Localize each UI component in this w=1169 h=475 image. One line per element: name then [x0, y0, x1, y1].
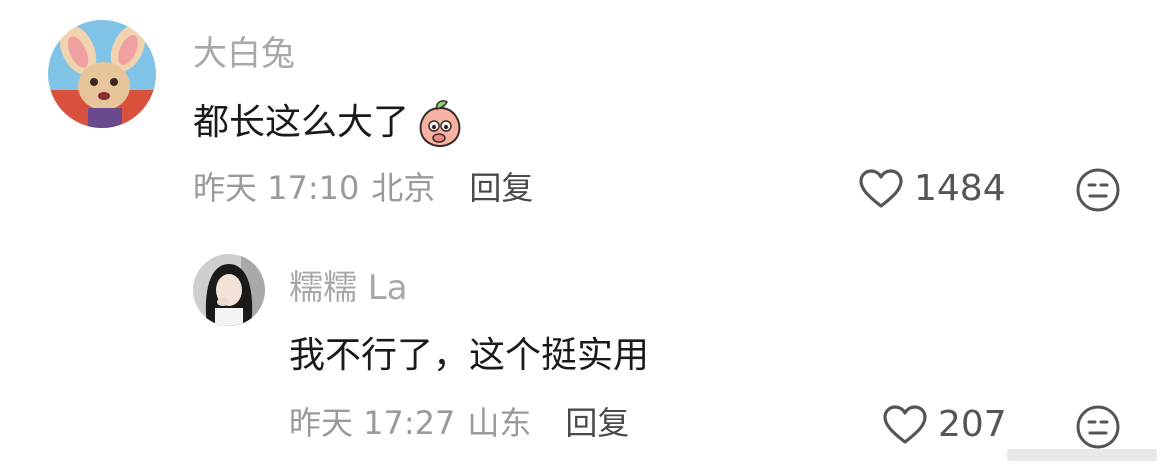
comment-meta: 昨天 17:10 北京 回复 — [193, 172, 533, 204]
heart-icon — [883, 405, 927, 444]
watermark-icon — [1007, 449, 1157, 461]
comment-time: 昨天 17:10 — [193, 169, 360, 207]
comment-text: 我不行了，这个挺实用 — [289, 338, 649, 374]
comment-location: 北京 — [371, 169, 436, 207]
comment-time: 昨天 17:27 — [289, 404, 456, 442]
reply-button[interactable]: 回复 — [469, 172, 533, 204]
heart-icon — [859, 169, 903, 208]
username[interactable]: 大白兔 — [193, 37, 295, 71]
username[interactable]: 糯糯 La — [289, 271, 408, 305]
comment-text-content: 我不行了，这个挺实用 — [289, 335, 650, 376]
reply-button[interactable]: 回复 — [565, 407, 629, 439]
avatar-image — [48, 20, 156, 128]
avatar-image — [193, 254, 265, 326]
comment-text-content: 都长这么大了 — [193, 102, 410, 143]
like-count: 207 — [938, 404, 1007, 445]
comment-location: 山东 — [467, 404, 532, 442]
avatar[interactable] — [193, 254, 265, 326]
comment-meta: 昨天 17:27 山东 回复 — [289, 407, 629, 439]
neutral-face-icon[interactable] — [1075, 404, 1121, 450]
like-button[interactable]: 1484 — [858, 168, 1006, 210]
peach-face-emoji — [419, 100, 461, 148]
avatar[interactable] — [48, 20, 156, 128]
neutral-face-icon[interactable] — [1075, 167, 1121, 213]
comment-text: 都长这么大了 — [193, 98, 465, 148]
watermark-overlay — [1007, 445, 1157, 465]
like-count: 1484 — [914, 168, 1006, 209]
like-button[interactable]: 207 — [882, 404, 1007, 446]
